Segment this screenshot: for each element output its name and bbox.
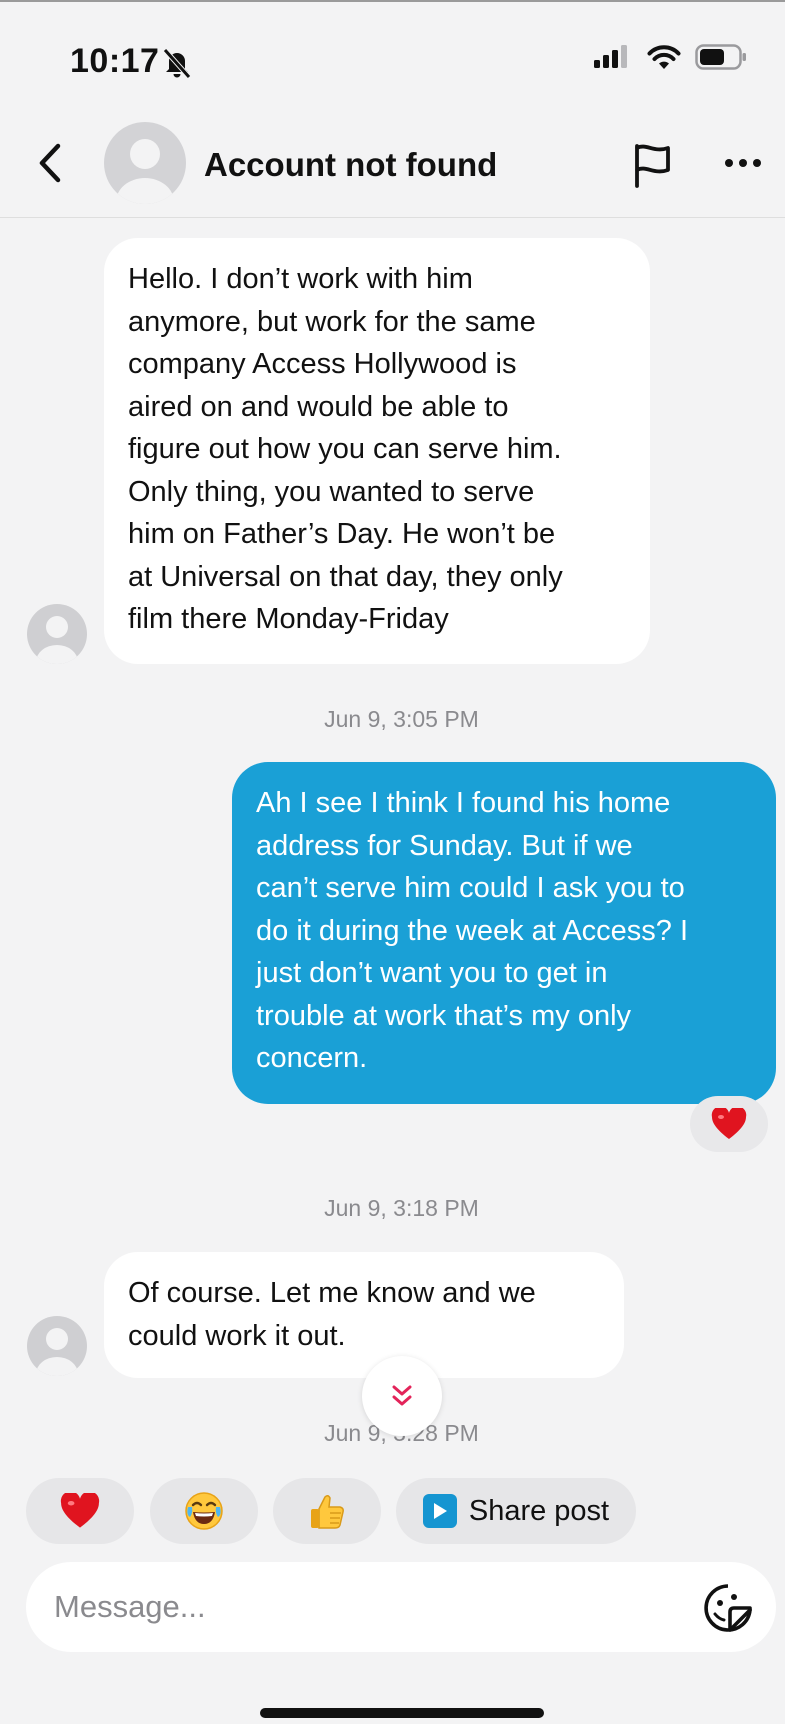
incoming-message[interactable]: Hello. I don’t work with him anymore, bu… [104, 238, 650, 664]
share-post-icon [422, 1494, 457, 1528]
message-line: figure out how you can serve him. [128, 433, 562, 465]
battery-icon [695, 44, 746, 70]
dm-thread-screen: 10:17 Account not found Hello. I don’t w… [0, 0, 785, 1724]
home-indicator[interactable] [260, 1708, 544, 1718]
flag-icon [635, 144, 670, 188]
sender-avatar[interactable] [27, 1316, 87, 1376]
message-input[interactable] [54, 1582, 654, 1632]
heart-icon [711, 1108, 747, 1139]
avatar[interactable] [104, 122, 186, 204]
message-reaction[interactable] [690, 1096, 768, 1152]
default-avatar-icon [36, 1328, 78, 1376]
laughing-emoji-icon [185, 1492, 223, 1530]
quick-reaction-heart[interactable] [26, 1478, 134, 1544]
thumbs-up-emoji-icon [311, 1494, 344, 1529]
default-avatar-icon [116, 139, 174, 204]
message-line: Of course. Let me know and we [128, 1277, 536, 1309]
default-avatar-icon [36, 616, 78, 664]
wifi-icon [647, 45, 681, 69]
status-icons [593, 44, 747, 70]
message-line: could work it out. [128, 1319, 346, 1352]
message-line: at Universal on that day, they only [128, 560, 563, 593]
quick-reaction-thumbs-up[interactable] [273, 1478, 381, 1544]
message-line: trouble at work that’s my only [256, 999, 632, 1032]
signal-icon [594, 45, 627, 68]
message-line: anymore, but work for the same [128, 305, 536, 338]
message-composer [26, 1562, 776, 1652]
message-line: concern. [256, 1042, 368, 1074]
message-timestamp: Jun 9, 3:18 PM [324, 1195, 479, 1221]
message-line: can’t serve him could I ask you to [256, 872, 685, 904]
heart-emoji-icon [60, 1493, 100, 1528]
status-time: 10:17 [70, 42, 160, 80]
message-line: aired on and would be able to [128, 390, 509, 423]
more-icon-dot [739, 159, 747, 167]
message-line: company Access Hollywood is [128, 348, 517, 380]
report-button[interactable] [628, 140, 678, 190]
message-line: do it during the week at Access? I [256, 914, 689, 947]
more-icon-dot [725, 159, 733, 167]
more-options-button[interactable] [718, 148, 768, 178]
chat-header: Account not found [0, 110, 785, 218]
share-post-label: Share post [468, 1494, 610, 1527]
sticker-icon [704, 1584, 752, 1632]
sticker-button[interactable] [702, 1582, 754, 1634]
back-chevron-icon [39, 143, 61, 183]
incoming-message[interactable]: Of course. Let me know and we could work… [104, 1252, 624, 1378]
quick-reaction-laughing[interactable] [150, 1478, 258, 1544]
message-line: address for Sunday. But if we [256, 829, 633, 862]
message-line: Only thing, you wanted to serve [128, 475, 535, 508]
bell-off-icon [163, 48, 191, 79]
conversation-title[interactable]: Account not found [204, 146, 497, 184]
double-chevron-down-icon [392, 1385, 412, 1406]
outgoing-message[interactable]: Ah I see I think I found his home addres… [232, 762, 776, 1104]
sender-avatar[interactable] [27, 604, 87, 664]
top-divider [0, 0, 785, 2]
back-button[interactable] [30, 140, 70, 186]
scroll-to-bottom-button[interactable] [362, 1356, 442, 1436]
message-line: Hello. I don’t work with him [128, 263, 473, 295]
share-post-button[interactable]: Share post [396, 1478, 636, 1544]
message-line: Ah I see I think I found his home [256, 787, 671, 819]
message-line: just don’t want you to get in [256, 957, 608, 989]
message-line: film there Monday-Friday [128, 603, 449, 635]
message-line: him on Father’s Day. He won’t be [128, 518, 556, 550]
message-timestamp: Jun 9, 3:05 PM [324, 706, 479, 732]
more-icon-dot [753, 159, 761, 167]
